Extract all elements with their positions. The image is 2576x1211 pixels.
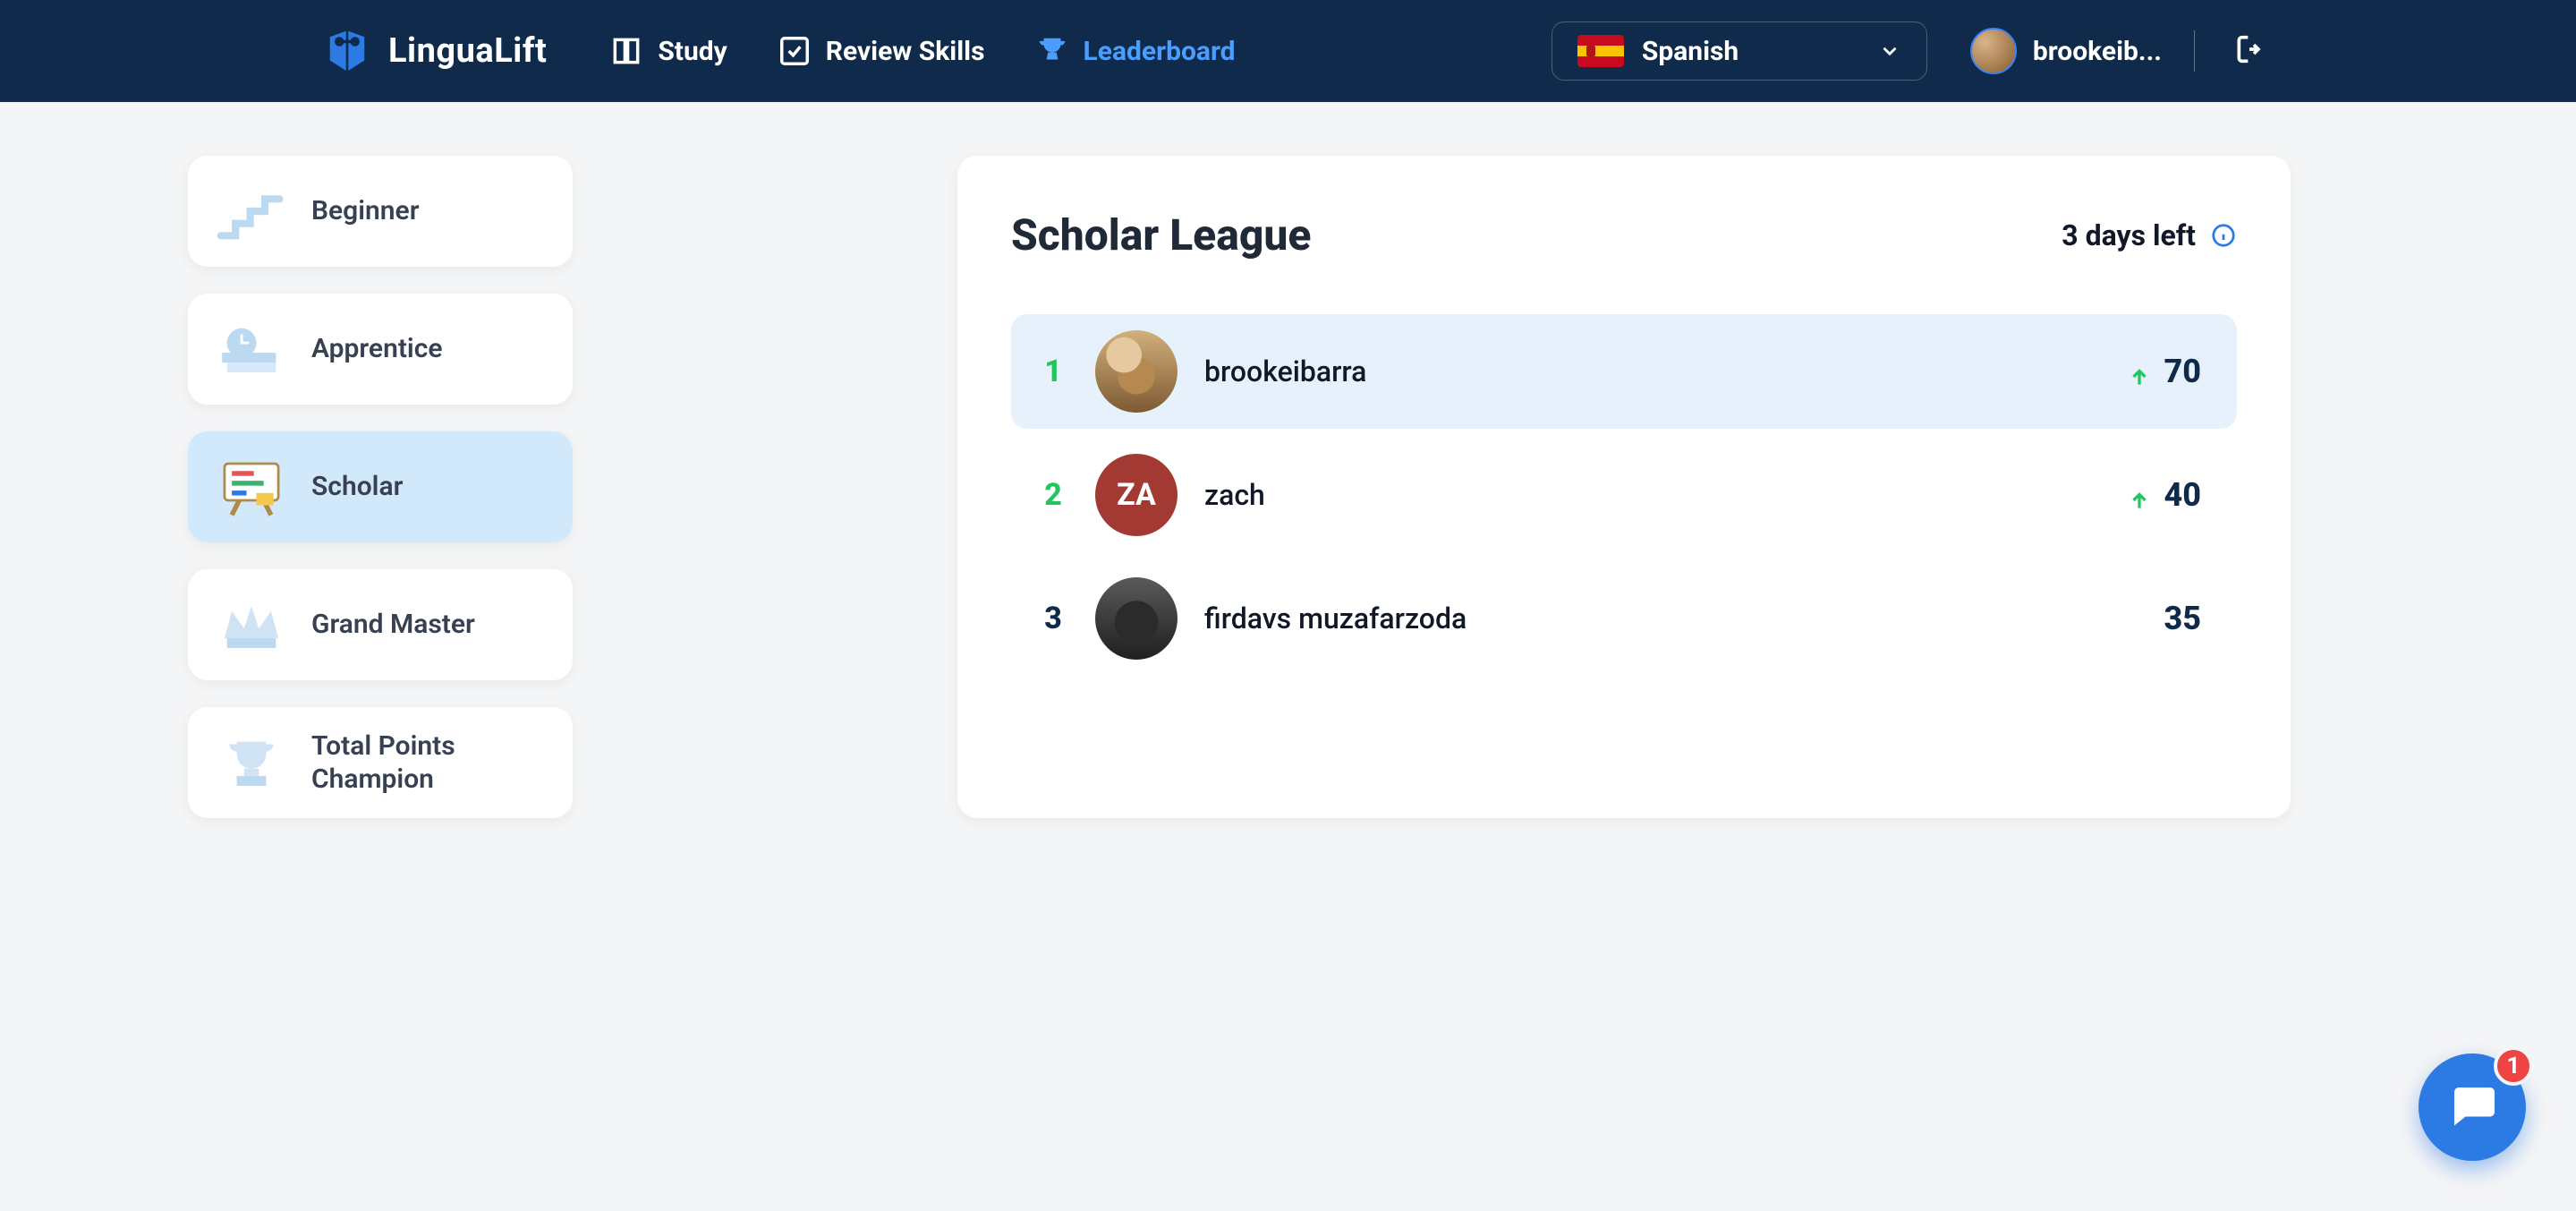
sidebar-item-label: Apprentice — [311, 332, 442, 366]
avatar — [1970, 28, 2017, 74]
leaderboard-row[interactable]: 2 ZA zach 40 — [1011, 438, 2237, 552]
time-remaining: 3 days left — [2062, 218, 2237, 252]
trend-up-icon — [2128, 360, 2151, 383]
flag-spain-icon — [1577, 35, 1624, 67]
crown-icon — [215, 591, 288, 659]
points-cell: 40 — [2124, 476, 2201, 514]
nav-review-skills[interactable]: Review Skills — [778, 34, 985, 68]
brand[interactable]: LinguaLift — [322, 26, 547, 76]
league-sidebar: Beginner Apprentice — [188, 156, 573, 818]
player-name: zach — [1204, 478, 2097, 512]
checklist-icon — [778, 34, 812, 68]
chevron-down-icon — [1878, 39, 1901, 63]
league-panel: Scholar League 3 days left 1 brookeibarr… — [957, 156, 2291, 818]
brand-name: LinguaLift — [388, 31, 547, 71]
chat-icon — [2445, 1079, 2499, 1136]
player-name: firdavs muzafarzoda — [1204, 601, 2097, 635]
sidebar-item-label: Scholar — [311, 470, 403, 504]
rank-number: 1 — [1038, 354, 1068, 389]
sidebar-item-label: Beginner — [311, 194, 420, 228]
app-header: LinguaLift Study Review Skills — [0, 0, 2576, 102]
trend-up-icon — [2128, 483, 2151, 507]
info-icon[interactable] — [2210, 222, 2237, 249]
presentation-icon — [215, 453, 288, 521]
sidebar-item-apprentice[interactable]: Apprentice — [188, 294, 573, 405]
logout-icon — [2227, 31, 2263, 71]
nav-study-label: Study — [658, 36, 727, 67]
sidebar-item-beginner[interactable]: Beginner — [188, 156, 573, 267]
league-header: Scholar League 3 days left — [1011, 209, 2237, 260]
divider — [2194, 30, 2195, 72]
points-value: 40 — [2164, 476, 2201, 514]
points-value: 70 — [2164, 353, 2201, 390]
leaderboard-row[interactable]: 3 firdavs muzafarzoda 35 — [1011, 561, 2237, 676]
points-cell: 70 — [2124, 353, 2201, 390]
unread-badge: 1 — [2494, 1046, 2533, 1086]
sidebar-item-champion[interactable]: Total Points Champion — [188, 707, 573, 818]
nav-study[interactable]: Study — [609, 34, 727, 68]
sidebar-item-scholar[interactable]: Scholar — [188, 431, 573, 542]
page-body: Beginner Apprentice — [0, 102, 2576, 818]
sidebar-item-grandmaster[interactable]: Grand Master — [188, 569, 573, 680]
avatar — [1095, 577, 1177, 660]
primary-nav: Study Review Skills Leaderboard — [609, 34, 1235, 68]
user-display-name: brookeib... — [2033, 36, 2162, 67]
sidebar-item-label: Grand Master — [311, 608, 475, 642]
trophy-icon — [1035, 34, 1069, 68]
brand-logo-icon — [322, 26, 372, 76]
time-remaining-text: 3 days left — [2062, 218, 2196, 252]
stairs-icon — [215, 177, 288, 245]
language-selector[interactable]: Spanish — [1552, 21, 1927, 81]
page-title: Scholar League — [1011, 209, 1311, 260]
leaderboard-row[interactable]: 1 brookeibarra 70 — [1011, 314, 2237, 429]
avatar-initials: ZA — [1095, 454, 1177, 536]
points-cell: 35 — [2124, 600, 2201, 637]
user-menu[interactable]: brookeib... — [1970, 28, 2162, 74]
sidebar-item-label: Total Points Champion — [311, 729, 546, 797]
points-value: 35 — [2164, 600, 2201, 637]
rank-number: 2 — [1038, 477, 1068, 513]
rank-number: 3 — [1038, 601, 1068, 636]
book-icon — [609, 34, 643, 68]
player-name: brookeibarra — [1204, 354, 2097, 388]
books-clock-icon — [215, 315, 288, 383]
nav-leaderboard[interactable]: Leaderboard — [1035, 34, 1236, 68]
language-current: Spanish — [1642, 36, 1860, 67]
nav-leaderboard-label: Leaderboard — [1084, 36, 1236, 67]
avatar — [1095, 330, 1177, 413]
chat-button[interactable]: 1 — [2419, 1053, 2526, 1161]
logout-button[interactable] — [2227, 33, 2263, 69]
nav-review-label: Review Skills — [826, 36, 985, 67]
trophy-large-icon — [215, 729, 288, 797]
